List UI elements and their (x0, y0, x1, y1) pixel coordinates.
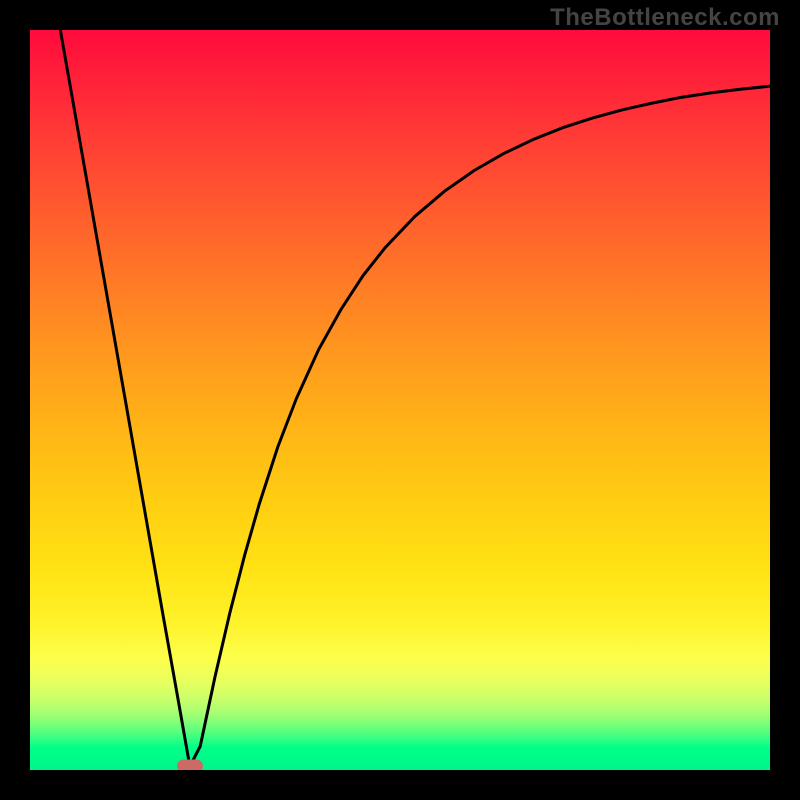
curve-svg (30, 30, 770, 770)
watermark-text: TheBottleneck.com (550, 4, 780, 32)
plot-area (30, 30, 770, 770)
bottleneck-curve (60, 30, 770, 766)
chart-container: TheBottleneck.com (0, 0, 800, 800)
optimal-marker (177, 760, 203, 770)
